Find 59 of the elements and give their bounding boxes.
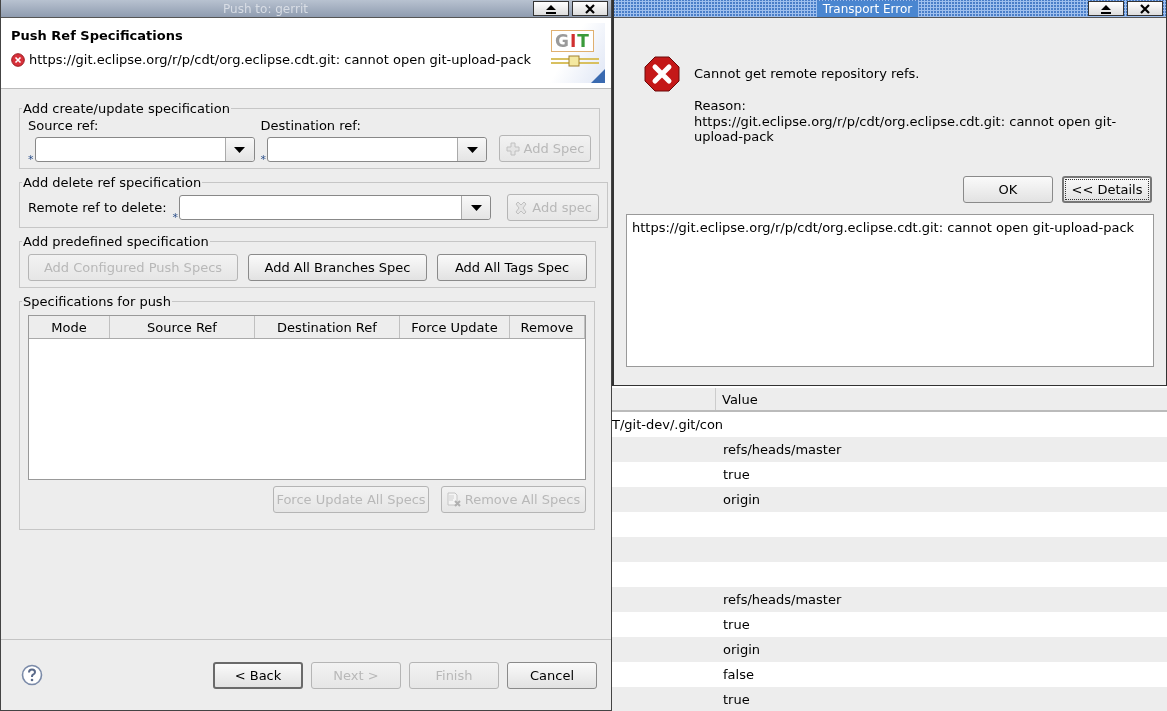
window-shade-button[interactable] xyxy=(533,1,569,16)
table-cell: refs/heads/master xyxy=(723,442,842,457)
x-icon xyxy=(514,200,529,215)
column-header[interactable]: Force Update xyxy=(400,316,510,338)
table-cell: true xyxy=(723,617,750,632)
column-header[interactable]: Source Ref xyxy=(110,316,255,338)
details-text: https://git.eclipse.org/r/p/cdt/org.eclipse.cdt.git: cannot open git-upload-pack xyxy=(626,214,1154,367)
reason-text: https://git.eclipse.org/r/p/cdt/org.eclipse.cdt.git: cannot open git-upload-pack xyxy=(694,114,1118,144)
wizard-button[interactable]: < Back xyxy=(213,661,303,689)
table-cell: T/git-dev/.git/con xyxy=(612,417,724,432)
window-shade-button[interactable] xyxy=(1088,1,1124,16)
group-label: Add delete ref specification xyxy=(22,175,203,190)
required-mark: * xyxy=(172,212,179,223)
field-label: Destination ref: xyxy=(260,118,362,133)
error-icon xyxy=(644,56,680,92)
field-label: Source ref: xyxy=(28,118,100,133)
group-label: Add predefined specification xyxy=(22,234,210,249)
eject-icon xyxy=(545,3,557,14)
predefined-spec-button[interactable]: Add All Tags Spec xyxy=(437,254,587,281)
combo-box[interactable] xyxy=(267,137,487,162)
error-message: https://git.eclipse.org/r/p/cdt/org.eclipse.cdt.git: cannot open git-upload-pack xyxy=(29,52,532,67)
combo-box[interactable] xyxy=(179,195,492,220)
error-message: Cannot get remote repository refs. xyxy=(694,66,921,81)
table-cell: origin xyxy=(723,492,760,507)
close-icon xyxy=(1139,3,1151,14)
combo-box[interactable] xyxy=(34,137,255,162)
document-x-icon xyxy=(446,492,461,507)
table-cell: true xyxy=(723,692,750,707)
close-icon xyxy=(584,3,596,14)
column-header[interactable]: Mode xyxy=(29,316,110,338)
page-heading: Push Ref Specifications xyxy=(11,28,184,43)
plus-icon xyxy=(505,141,520,156)
eject-icon xyxy=(1100,3,1112,14)
caret-icon xyxy=(466,146,478,153)
table-cell: refs/heads/master xyxy=(723,592,842,607)
field-label: Remote ref to delete: xyxy=(28,200,167,215)
window-title: Push to: gerrit xyxy=(222,1,309,16)
reason-label: Reason: xyxy=(694,98,747,113)
dialog-button[interactable]: OK xyxy=(963,176,1053,203)
column-header[interactable]: Value xyxy=(716,388,758,410)
help-icon xyxy=(21,664,43,686)
group-label: Specifications for push xyxy=(22,294,172,309)
table-cell: false xyxy=(723,667,754,682)
column-header[interactable]: Remove xyxy=(510,316,585,338)
table-cell: true xyxy=(723,467,750,482)
error-icon xyxy=(11,52,25,67)
table-cell: origin xyxy=(723,642,760,657)
group-label: Add create/update specification xyxy=(22,101,231,116)
required-mark: * xyxy=(28,154,34,165)
predefined-spec-button[interactable]: Add All Branches Spec xyxy=(248,254,427,281)
wizard-button[interactable]: Cancel xyxy=(507,661,597,689)
window-title: Transport Error xyxy=(816,0,919,17)
required-mark: * xyxy=(260,154,266,165)
column-header[interactable]: Destination Ref xyxy=(255,316,400,338)
close-button[interactable] xyxy=(1127,1,1163,16)
caret-icon xyxy=(470,204,482,211)
dialog-button[interactable]: << Details xyxy=(1062,176,1152,203)
caret-icon xyxy=(234,146,245,153)
close-button[interactable] xyxy=(572,1,608,16)
